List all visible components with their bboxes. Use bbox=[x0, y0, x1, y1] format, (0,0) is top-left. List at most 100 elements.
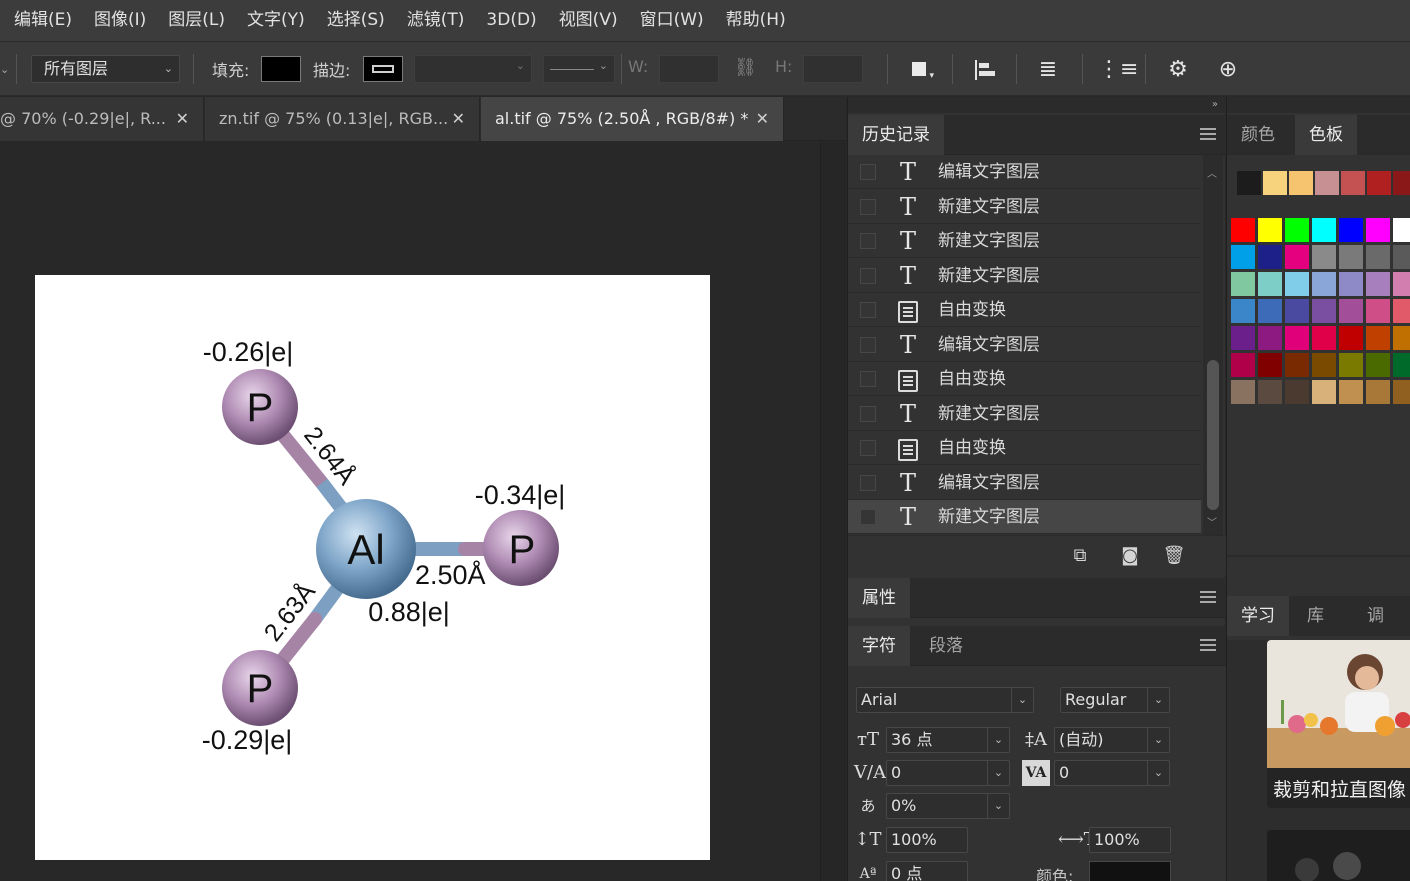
close-icon[interactable]: ✕ bbox=[176, 97, 189, 141]
tab-swatches[interactable]: 色板 bbox=[1295, 115, 1357, 155]
history-snapshot-checkbox[interactable] bbox=[860, 267, 876, 284]
color-swatch[interactable] bbox=[1258, 353, 1282, 377]
history-item[interactable]: 自由变换 bbox=[848, 293, 1201, 327]
color-swatch[interactable] bbox=[1285, 218, 1309, 242]
menu-item[interactable]: 窗口(W) bbox=[629, 0, 715, 42]
camera-icon[interactable]: ◙ bbox=[1118, 544, 1142, 568]
tab-character[interactable]: 字符 bbox=[848, 626, 910, 666]
history-item[interactable]: T 编辑文字图层 bbox=[848, 466, 1201, 500]
history-snapshot-checkbox[interactable] bbox=[860, 405, 876, 422]
tab-history[interactable]: 历史记录 bbox=[848, 115, 944, 155]
color-swatch[interactable] bbox=[1366, 272, 1390, 296]
history-snapshot-checkbox[interactable] bbox=[860, 164, 876, 180]
color-swatch[interactable] bbox=[1231, 245, 1255, 269]
history-item[interactable]: T 编辑文字图层 bbox=[848, 328, 1201, 362]
font-style-select[interactable]: Regular ⌄ bbox=[1060, 687, 1170, 713]
color-swatch[interactable] bbox=[1393, 245, 1410, 269]
width-input[interactable] bbox=[659, 55, 719, 83]
history-snapshot-checkbox[interactable] bbox=[860, 371, 876, 387]
history-item[interactable]: T 新建文字图层 bbox=[848, 500, 1201, 534]
color-swatch[interactable] bbox=[1393, 299, 1410, 323]
history-item[interactable]: 自由变换 bbox=[848, 431, 1201, 465]
path-alignment-icon[interactable] bbox=[970, 56, 998, 84]
color-swatch[interactable] bbox=[1285, 380, 1309, 404]
history-item[interactable]: T 新建文字图层 bbox=[848, 190, 1201, 224]
color-swatch[interactable] bbox=[1312, 299, 1336, 323]
color-swatch[interactable] bbox=[1366, 245, 1390, 269]
color-swatch[interactable] bbox=[1285, 245, 1309, 269]
history-item[interactable]: T 新建文字图层 bbox=[848, 224, 1201, 258]
color-swatch[interactable] bbox=[1339, 218, 1363, 242]
history-item[interactable]: 自由变换 bbox=[848, 362, 1201, 396]
path-operations-icon[interactable]: ▾ bbox=[906, 56, 934, 84]
horizontal-scale-input[interactable]: 100% bbox=[1089, 827, 1171, 853]
menu-item[interactable]: 选择(S) bbox=[316, 0, 396, 42]
color-swatch[interactable] bbox=[1285, 326, 1309, 350]
tool-preset-chevron[interactable]: ⌄ bbox=[0, 42, 10, 96]
menu-item[interactable]: 视图(V) bbox=[548, 0, 629, 42]
color-swatch[interactable] bbox=[1312, 353, 1336, 377]
tutorial-card[interactable] bbox=[1267, 830, 1410, 881]
recent-swatch[interactable] bbox=[1263, 171, 1287, 195]
menu-item[interactable]: 滤镜(T) bbox=[396, 0, 476, 42]
menu-item[interactable]: 3D(D) bbox=[475, 0, 547, 42]
warp-target-icon[interactable]: ⊕ bbox=[1214, 56, 1242, 84]
panel-menu-icon[interactable] bbox=[1200, 128, 1216, 140]
color-swatch[interactable] bbox=[1312, 245, 1336, 269]
stroke-swatch[interactable] bbox=[363, 56, 403, 82]
history-snapshot-checkbox[interactable] bbox=[860, 233, 876, 249]
history-snapshot-checkbox[interactable] bbox=[860, 198, 876, 215]
color-swatch[interactable] bbox=[1231, 218, 1255, 242]
color-swatch[interactable] bbox=[1366, 380, 1390, 404]
color-swatch[interactable] bbox=[1339, 245, 1363, 269]
color-swatch[interactable] bbox=[1312, 380, 1336, 404]
color-swatch[interactable] bbox=[1393, 380, 1410, 404]
font-size-input[interactable]: 36 点 ⌄ bbox=[886, 727, 1010, 753]
tab-adjustments[interactable]: 调整 bbox=[1353, 596, 1410, 666]
color-swatch[interactable] bbox=[1366, 218, 1390, 242]
history-snapshot-checkbox[interactable] bbox=[860, 474, 876, 491]
color-swatch[interactable] bbox=[1231, 326, 1255, 350]
color-swatch[interactable] bbox=[1258, 272, 1282, 296]
color-swatch[interactable] bbox=[1393, 326, 1410, 350]
chevron-up-icon[interactable]: ︿ bbox=[1207, 165, 1217, 180]
link-icon[interactable]: ⛓ bbox=[734, 57, 757, 78]
history-snapshot-checkbox[interactable] bbox=[860, 509, 876, 525]
fill-swatch[interactable] bbox=[261, 56, 301, 82]
color-swatch[interactable] bbox=[1258, 299, 1282, 323]
doc-tab-2[interactable]: zn.tif @ 75% (0.13|e|, RGB... ✕ bbox=[205, 97, 480, 141]
chevron-down-icon[interactable]: ﹀ bbox=[1207, 514, 1217, 529]
trash-icon[interactable]: 🗑 bbox=[1162, 544, 1186, 568]
color-swatch[interactable] bbox=[1393, 218, 1410, 242]
color-swatch[interactable] bbox=[1285, 272, 1309, 296]
align-edges-icon[interactable]: ⋮≡ bbox=[1098, 56, 1138, 84]
history-item[interactable]: T 编辑文字图层 bbox=[848, 155, 1201, 189]
menu-item[interactable]: 图像(I) bbox=[83, 0, 157, 42]
history-item[interactable]: T 新建文字图层 bbox=[848, 397, 1201, 431]
color-swatch[interactable] bbox=[1393, 272, 1410, 296]
panel-menu-icon[interactable] bbox=[1200, 591, 1216, 603]
color-swatch[interactable] bbox=[1231, 380, 1255, 404]
leading-input[interactable]: (自动) ⌄ bbox=[1054, 727, 1170, 753]
color-swatch[interactable] bbox=[1339, 299, 1363, 323]
color-swatch[interactable] bbox=[1312, 272, 1336, 296]
color-swatch[interactable] bbox=[1366, 353, 1390, 377]
color-swatch[interactable] bbox=[1339, 380, 1363, 404]
gear-icon[interactable]: ⚙ bbox=[1164, 56, 1192, 84]
font-family-select[interactable]: Arial ⌄ bbox=[856, 687, 1034, 713]
kerning-input[interactable]: 0 ⌄ bbox=[886, 760, 1010, 786]
menu-item[interactable]: 图层(L) bbox=[157, 0, 236, 42]
color-swatch[interactable] bbox=[1258, 245, 1282, 269]
baseline-shift-input[interactable]: 0 点 bbox=[886, 861, 968, 881]
doc-tab-3[interactable]: al.tif @ 75% (2.50Å , RGB/8#) * ✕ bbox=[481, 97, 784, 141]
history-snapshot-checkbox[interactable] bbox=[860, 336, 876, 353]
history-snapshot-checkbox[interactable] bbox=[860, 440, 876, 456]
panel-menu-icon[interactable] bbox=[1200, 639, 1216, 651]
doc-tab-1[interactable]: @ 70% (-0.29|e|, R... ✕ bbox=[0, 97, 204, 141]
color-swatch[interactable] bbox=[1339, 326, 1363, 350]
height-input[interactable] bbox=[803, 55, 863, 83]
color-swatch[interactable] bbox=[1231, 353, 1255, 377]
canvas-scrollbar[interactable] bbox=[820, 142, 846, 881]
tab-learn[interactable]: 学习 bbox=[1227, 596, 1289, 636]
stroke-width-select[interactable]: ⌄ bbox=[414, 55, 532, 83]
